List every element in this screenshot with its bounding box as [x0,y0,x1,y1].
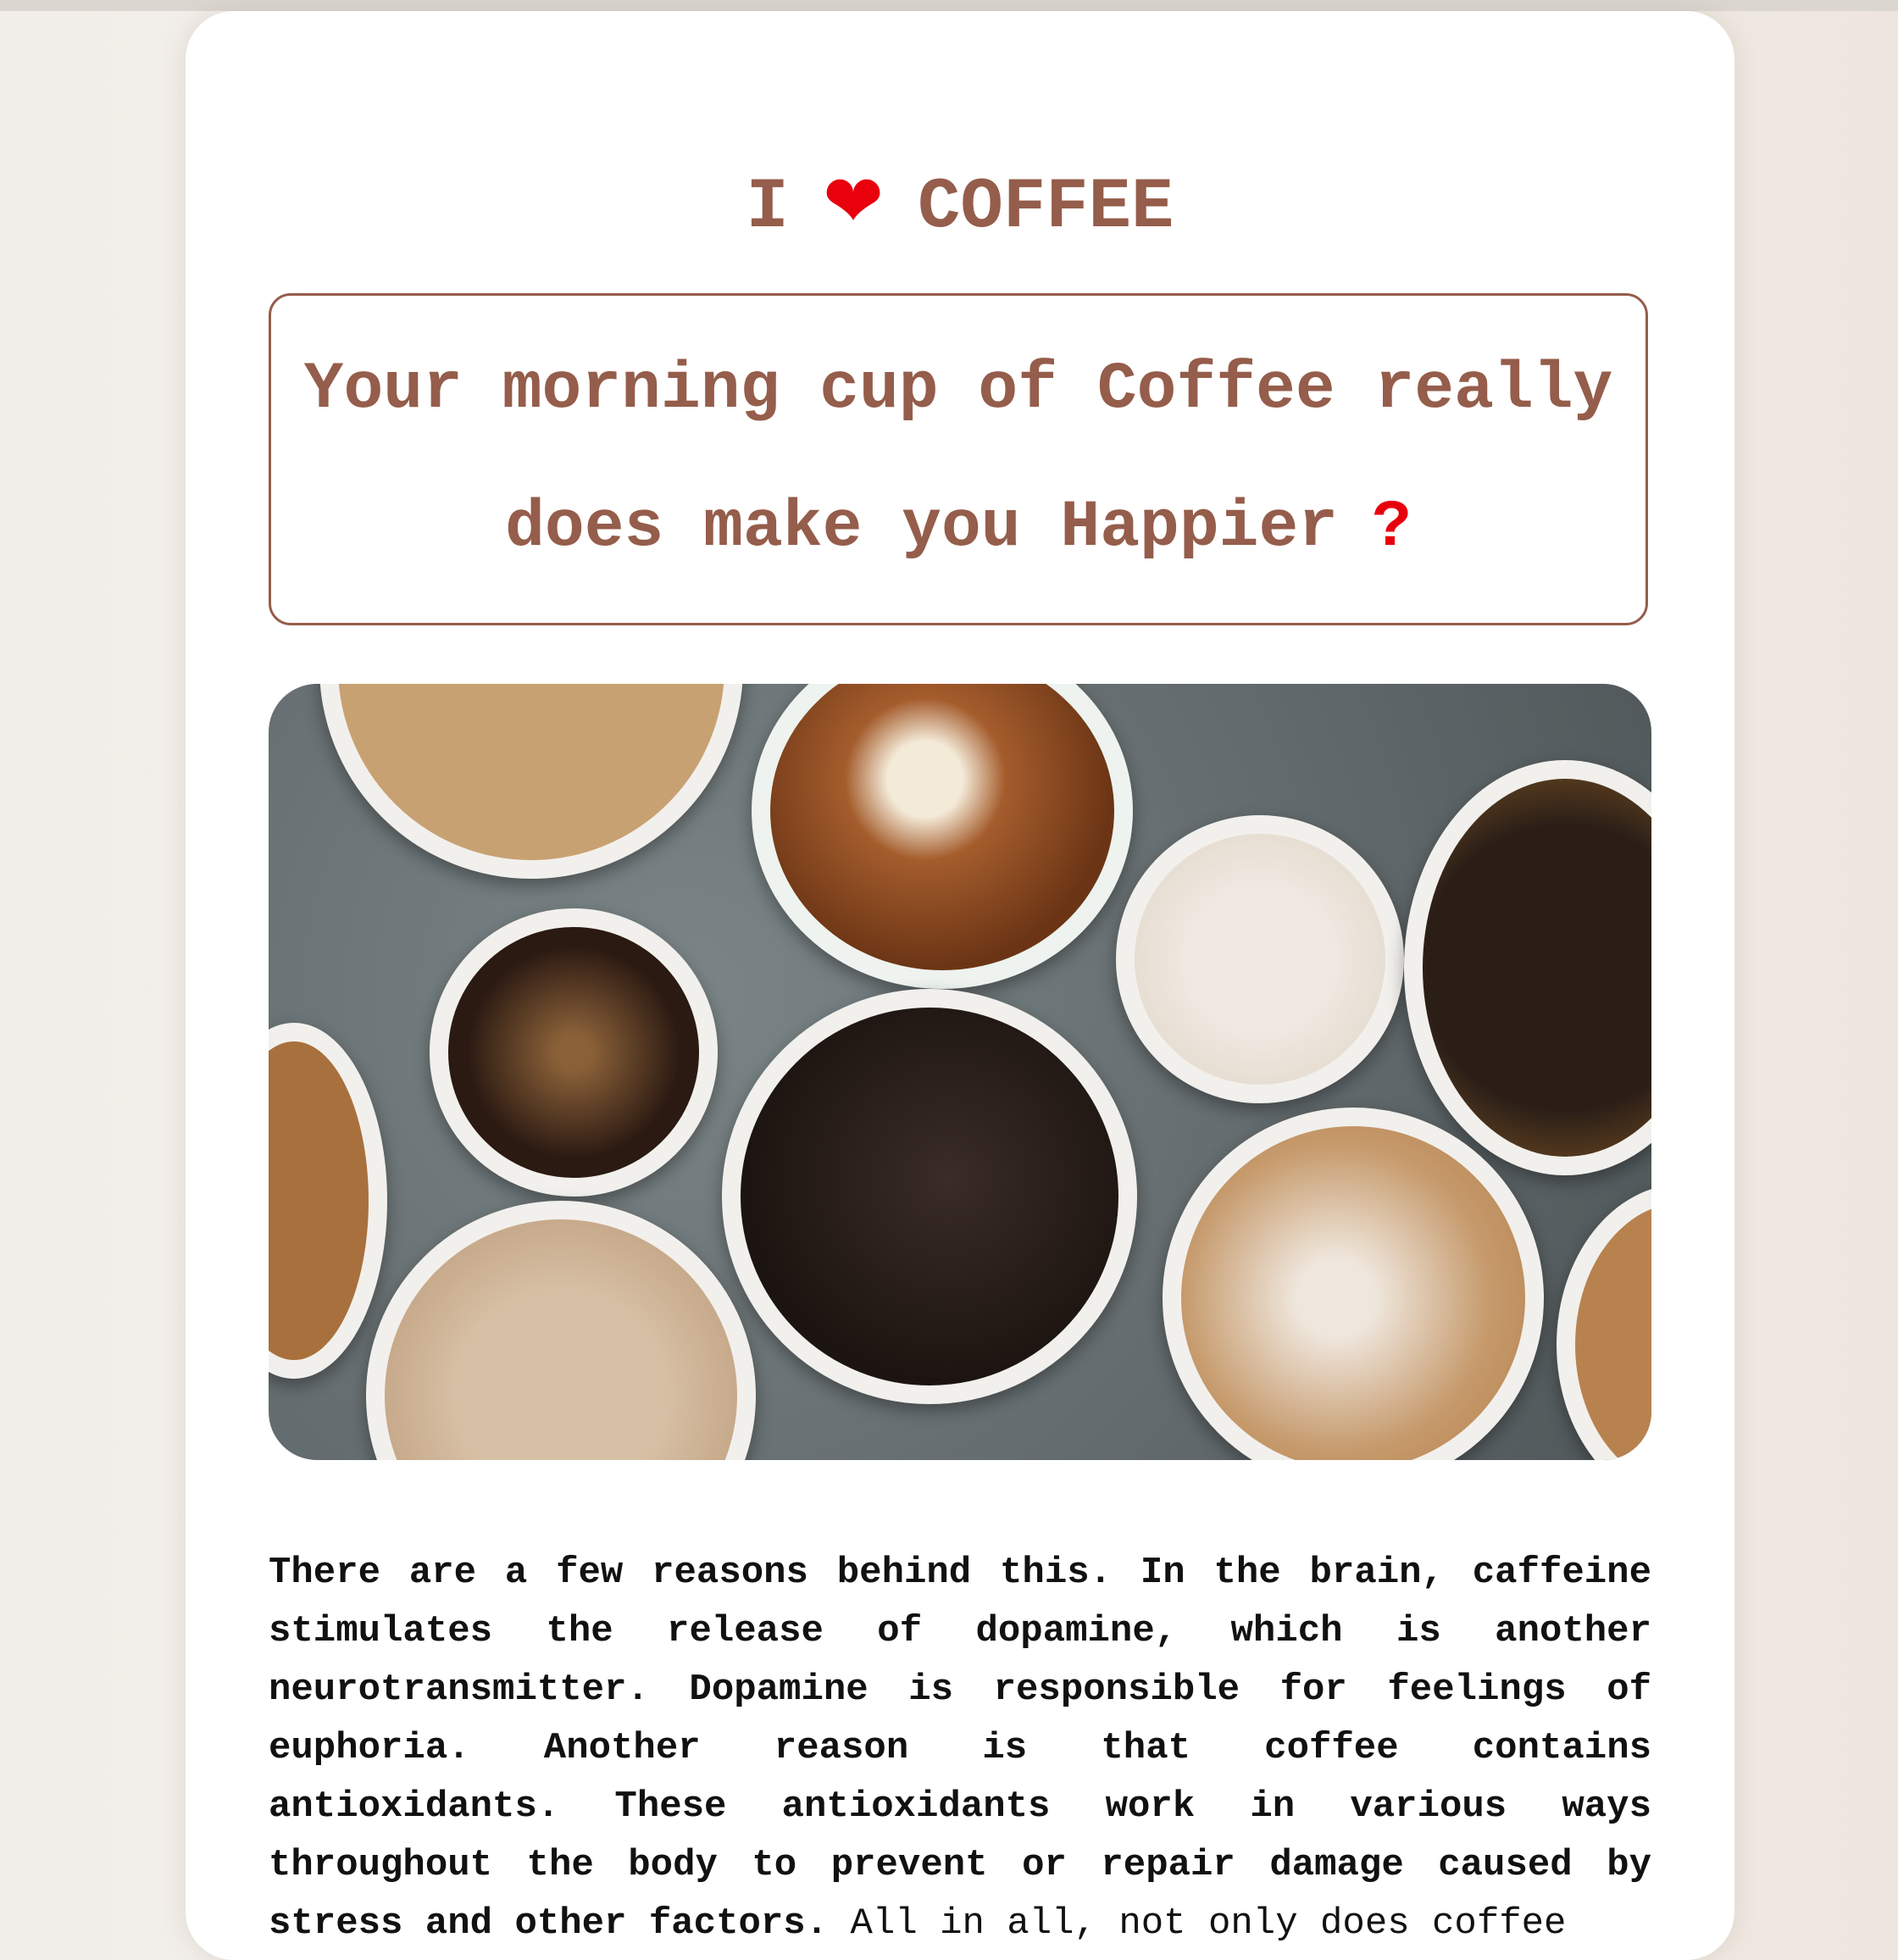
article-paragraph: There are a few reasons behind this. In … [269,1544,1651,1953]
callout-question: Your morning cup of Coffee really does m… [303,353,1613,565]
cup-empty-latte [1163,1108,1544,1460]
cup-black-right [1404,760,1651,1175]
title-suffix: COFFEE [918,168,1174,248]
cup-latte [319,684,743,879]
top-bar [0,0,1898,11]
cup-black-center [722,989,1137,1404]
title-prefix: I [746,168,789,248]
cup-right-bottom [1557,1184,1651,1460]
cup-foam [1116,815,1404,1103]
question-mark: ? [1372,491,1412,565]
cup-left [269,1023,387,1379]
heart-icon: ❤ [822,159,885,244]
content-card: I ❤ COFFEE Your morning cup of Coffee real… [186,11,1734,1960]
callout-box: Your morning cup of Coffee really does m… [269,293,1648,625]
cup-cappuccino [752,684,1133,989]
cup-espresso [430,908,718,1197]
cup-milky [366,1201,756,1460]
article-normal-text: All in all, not only does coffee [850,1902,1567,1945]
callout-text: Your morning cup of Coffee really does m… [271,321,1645,597]
coffee-photo [269,684,1651,1460]
page-title: I ❤ COFFEE [186,155,1734,255]
article-bold-text: There are a few reasons behind this. In … [269,1552,1651,1945]
